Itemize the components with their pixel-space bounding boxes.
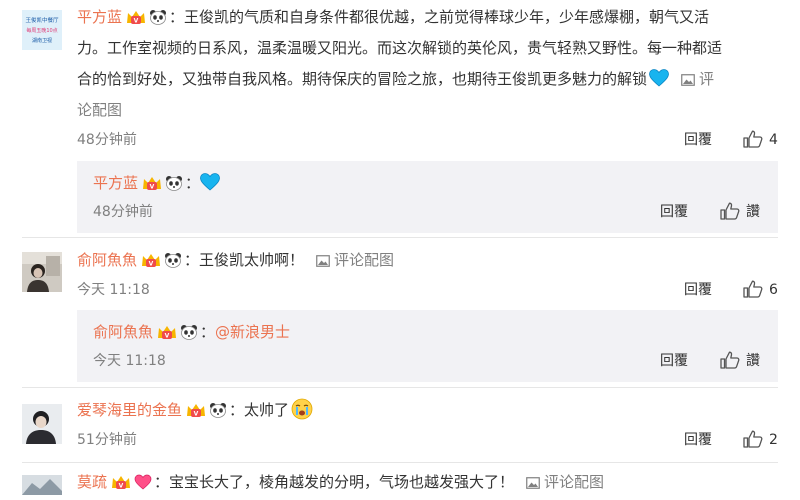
user-badges: V — [126, 6, 167, 35]
comment-text-line: 平方蓝 V ：王俊凯的气质和自身条件都很优越，之前觉得棒球少年，少年感爆棚，朝气… — [77, 3, 778, 35]
svg-text:V: V — [119, 483, 124, 490]
comment-image-link[interactable]: 论配图 — [77, 101, 122, 119]
comment-time: 51分钟前 — [77, 432, 137, 448]
vip-crown-icon[interactable]: V — [111, 471, 131, 500]
comment-image-link[interactable]: 评 — [669, 70, 714, 88]
panda-icon[interactable] — [164, 249, 182, 278]
image-icon — [316, 248, 330, 277]
avatar[interactable] — [22, 404, 62, 444]
svg-text:V: V — [165, 333, 170, 340]
like-label: 讚 — [746, 204, 760, 220]
comment-text-line: 莫疏 V ：宝宝长大了，棱角越发的分明，气场也越发强大了！ 评论配图 — [77, 468, 778, 500]
comment-text: 合的恰到好处，又独带自我风格。期待保庆的冒险之旅，也期待王俊凯更多魅力的解锁 — [77, 70, 648, 88]
like-count: 6 — [769, 282, 778, 298]
blue-heart-icon — [649, 68, 669, 97]
comment-text-line: 力。工作室视频的日系风，温柔温暖又阳光。而这次解锁的英伦风，贵气轻熟又野性。每一… — [77, 34, 778, 63]
sub-comment-box: 平方蓝 V ： 48分钟前 回覆 讚 — [77, 161, 778, 233]
vip-crown-icon[interactable]: V — [126, 6, 146, 35]
panda-icon[interactable] — [149, 6, 167, 35]
sub-comment-line: 平方蓝 V ： — [93, 170, 220, 199]
comment-text: ：宝宝长大了，棱角越发的分明，气场也越发强大了！ — [154, 473, 515, 491]
user-badges: V — [157, 322, 198, 348]
comment-text: 力。工作室视频的日系风，温柔温暖又阳光。而这次解锁的英伦风，贵气轻熟又野性。每一… — [77, 39, 723, 57]
blue-heart-icon — [200, 173, 220, 199]
svg-text:V: V — [134, 18, 139, 25]
user-badges: V — [141, 249, 182, 278]
thumb-up-icon[interactable] — [720, 202, 740, 224]
svg-text:V: V — [149, 261, 154, 268]
comment-text: ：太帅了 — [229, 401, 290, 419]
reply-button[interactable]: 回覆 — [684, 430, 712, 450]
sub-comment-box: 俞阿魚魚 V ：@新浪男士 今天 11:18 回覆 讚 — [77, 310, 778, 382]
avatar-text-2: 每周五晚10点 — [26, 27, 57, 34]
svg-text:V: V — [194, 411, 199, 418]
reply-button[interactable]: 回覆 — [660, 351, 688, 371]
sub-comment-text: ： — [185, 174, 201, 192]
sub-comment-text: ： — [200, 323, 216, 341]
thumb-up-icon[interactable] — [743, 280, 763, 302]
pink-heart-icon[interactable] — [134, 471, 152, 500]
sub-comment-time: 48分钟前 — [93, 204, 153, 220]
thumb-up-icon[interactable] — [720, 351, 740, 373]
panda-icon[interactable] — [180, 322, 198, 348]
vip-crown-icon[interactable]: V — [186, 399, 206, 428]
panda-icon[interactable] — [165, 173, 183, 199]
comment-time: 48分钟前 — [77, 132, 137, 148]
reply-button[interactable]: 回覆 — [660, 202, 688, 222]
image-link-text: 评 — [699, 70, 715, 88]
image-link-text: 评论配图 — [334, 251, 395, 269]
divider — [22, 237, 778, 238]
image-link-text: 评论配图 — [544, 473, 605, 491]
divider — [22, 387, 778, 388]
crying-emoji-icon — [291, 398, 313, 430]
comment-image-link[interactable]: 评论配图 — [304, 251, 394, 269]
sub-commenter-name[interactable]: 俞阿魚魚 — [93, 323, 153, 341]
avatar[interactable]: 王俊凯中餐厅 每周五晚10点 湖南卫视 — [22, 10, 62, 50]
commenter-name[interactable]: 俞阿魚魚 — [77, 251, 137, 269]
user-badges: V — [186, 399, 227, 428]
avatar[interactable] — [22, 252, 62, 292]
user-badges: V — [111, 471, 152, 500]
vip-crown-icon[interactable]: V — [157, 322, 177, 348]
comment-text-line: 爱琴海里的金鱼 V ：太帅了 — [77, 396, 778, 430]
comment-text-line: 论配图 — [77, 96, 778, 125]
divider — [22, 462, 778, 463]
comment-text-line: 俞阿魚魚 V ：王俊凯太帅啊！ 评论配图 — [77, 246, 778, 278]
commenter-name[interactable]: 爱琴海里的金鱼 — [77, 401, 182, 419]
reply-button[interactable]: 回覆 — [684, 280, 712, 300]
avatar-text-1: 王俊凯中餐厅 — [25, 16, 59, 24]
sub-commenter-name[interactable]: 平方蓝 — [93, 174, 138, 192]
like-label: 讚 — [746, 353, 760, 369]
comment-image-link[interactable]: 评论配图 — [514, 473, 604, 491]
avatar[interactable] — [22, 475, 62, 495]
sub-comment-time: 今天 11:18 — [93, 353, 166, 369]
commenter-name[interactable]: 莫疏 — [77, 473, 107, 491]
svg-text:V: V — [150, 184, 155, 191]
thumb-up-icon[interactable] — [743, 430, 763, 452]
vip-crown-icon[interactable]: V — [141, 249, 161, 278]
sub-comment-line: 俞阿魚魚 V ：@新浪男士 — [93, 319, 290, 348]
comment-text: ：王俊凯的气质和自身条件都很优越，之前觉得棒球少年，少年感爆棚，朝气又活 — [169, 8, 710, 26]
like-count: 2 — [769, 432, 778, 448]
user-badges: V — [142, 173, 183, 199]
thumb-up-icon[interactable] — [743, 130, 763, 152]
comment-text-line: 合的恰到好处，又独带自我风格。期待保庆的冒险之旅，也期待王俊凯更多魅力的解锁 评 — [77, 65, 778, 97]
comment-time: 今天 11:18 — [77, 282, 150, 298]
vip-crown-icon[interactable]: V — [142, 173, 162, 199]
panda-icon[interactable] — [209, 399, 227, 428]
comment-text: ：王俊凯太帅啊！ — [184, 251, 305, 269]
avatar-text-3: 湖南卫视 — [32, 37, 52, 44]
reply-button[interactable]: 回覆 — [684, 130, 712, 150]
commenter-name[interactable]: 平方蓝 — [77, 8, 122, 26]
image-icon — [681, 67, 695, 96]
image-link-text: 论配图 — [77, 101, 123, 119]
mention-link[interactable]: @新浪男士 — [215, 323, 290, 341]
like-count: 4 — [769, 132, 778, 148]
